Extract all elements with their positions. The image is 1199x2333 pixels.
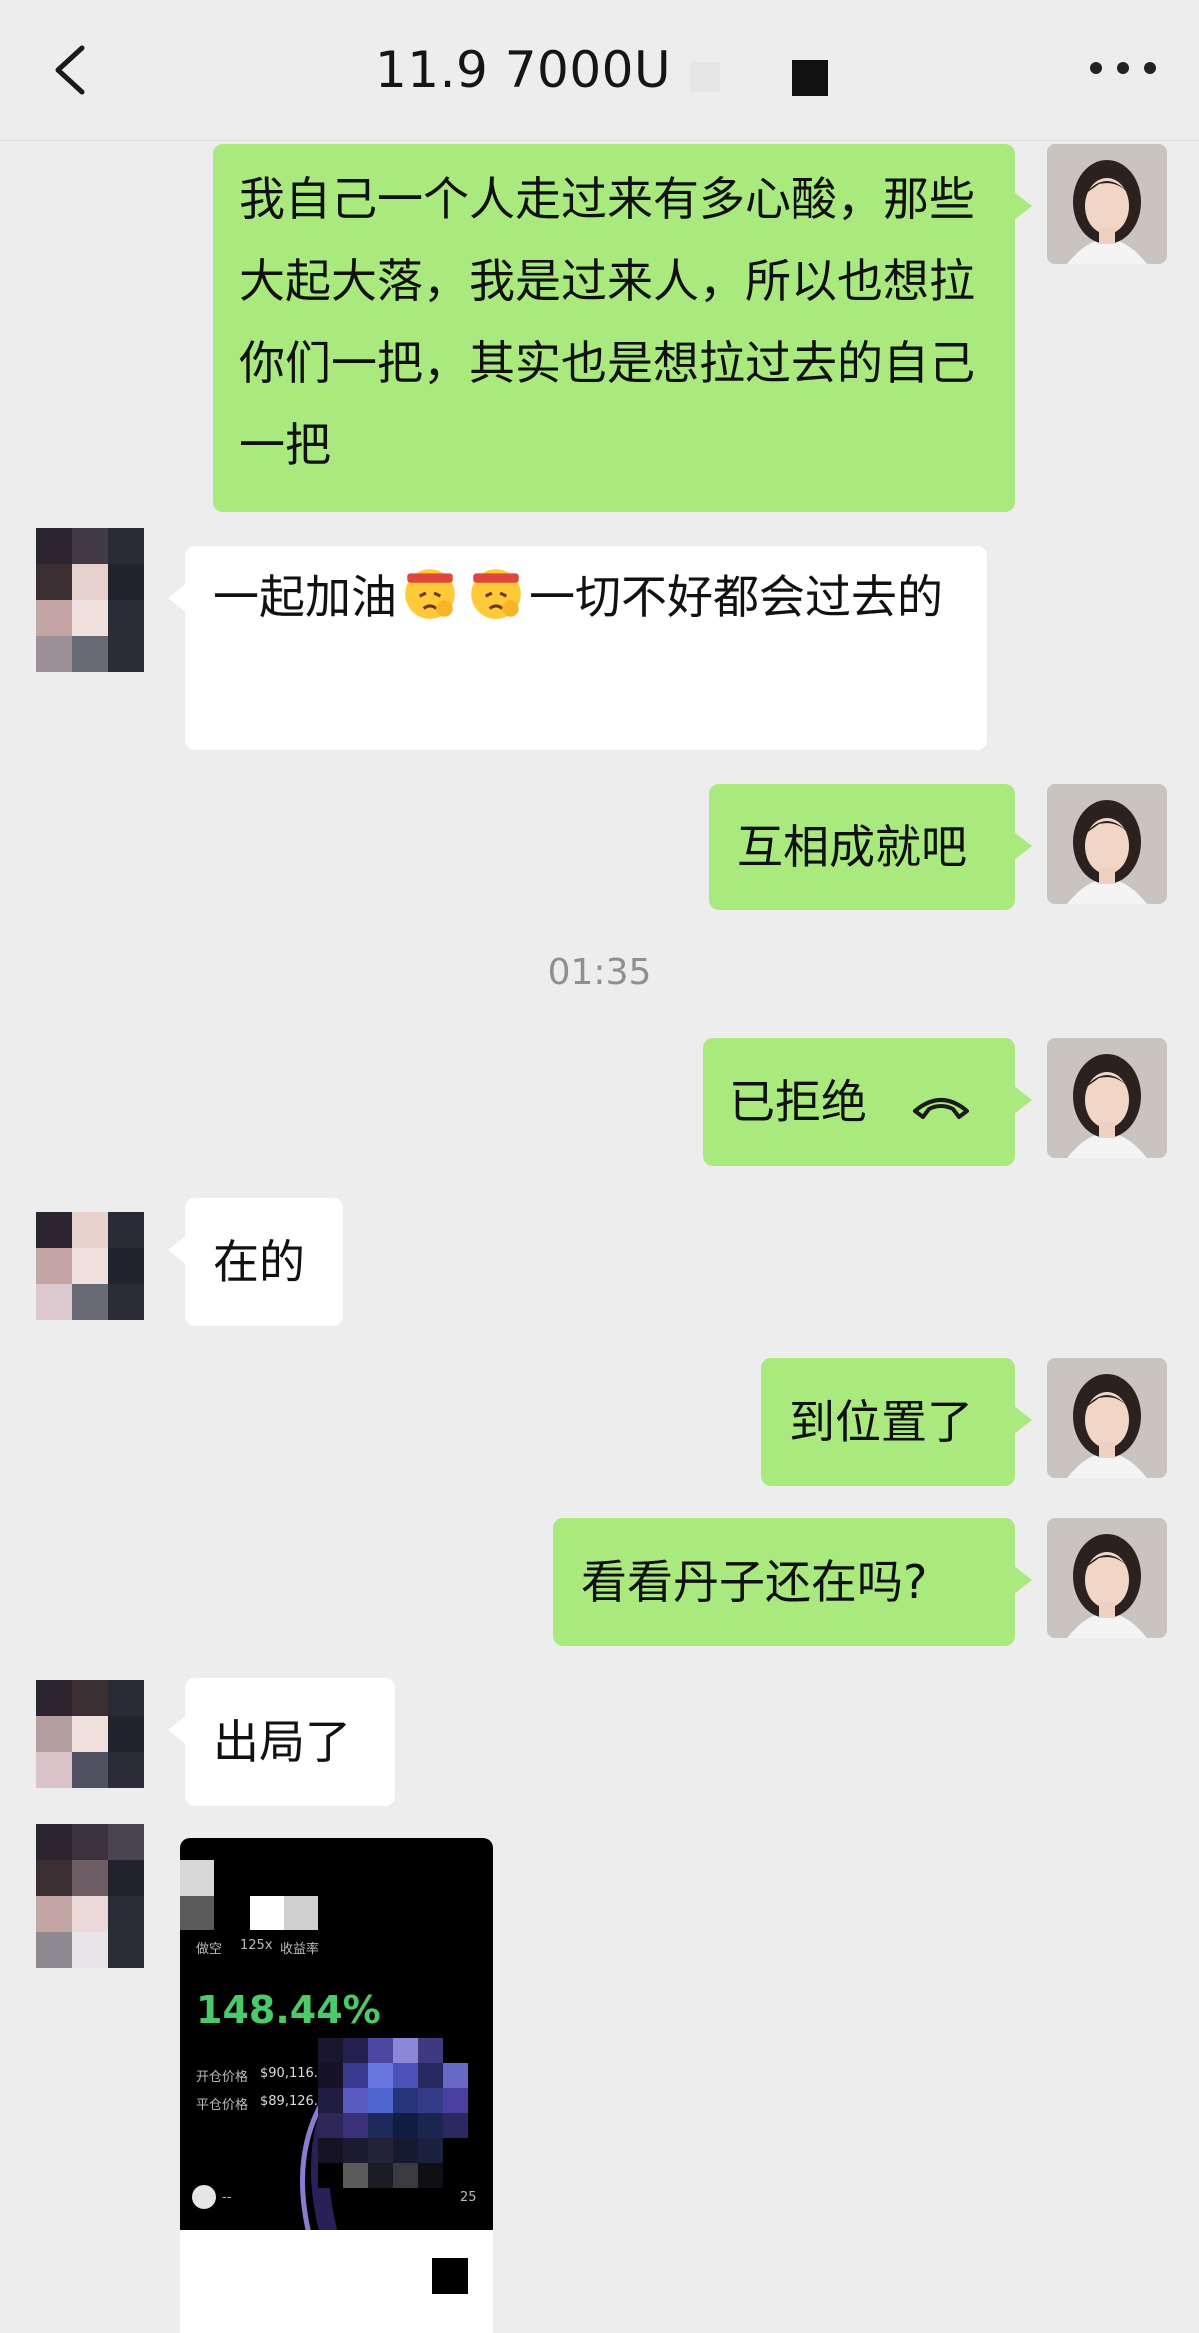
message-bubble-sent[interactable]: 到位置了 — [761, 1358, 1032, 1486]
shared-image[interactable]: 做空 125x 收益率 148.44% 开仓价格 $90,116.2 平仓价格 … — [180, 1838, 493, 2333]
username-text: -- — [222, 2190, 232, 2205]
more-dots-icon[interactable] — [1090, 62, 1156, 76]
message-text: 看看丹子还在吗? — [581, 1555, 928, 1609]
return-percentage: 148.44% — [196, 1988, 381, 2032]
determined-face-emoji-icon — [405, 569, 455, 619]
message-bubble-received[interactable]: 出局了 — [168, 1678, 395, 1806]
contact-avatar[interactable] — [36, 1680, 144, 1788]
contact-avatar[interactable] — [36, 1824, 144, 1968]
chevron-left-icon[interactable] — [50, 44, 90, 96]
message-text: 出局了 — [213, 1715, 351, 1769]
redaction-mark — [690, 62, 720, 92]
my-avatar[interactable] — [1047, 1518, 1167, 1638]
chat-title: 11.9 7000U — [375, 41, 672, 99]
determined-face-emoji-icon — [471, 569, 521, 619]
message-bubble-sent[interactable]: 互相成就吧 — [709, 784, 1032, 910]
redaction-square — [432, 2258, 468, 2294]
my-avatar[interactable] — [1047, 784, 1167, 904]
my-avatar[interactable] — [1047, 144, 1167, 264]
position-side-label: 做空 — [196, 1942, 223, 1957]
return-rate-label: 收益率 — [280, 1942, 320, 1957]
chat-header: 11.9 7000U — [0, 0, 1199, 141]
redaction-square — [792, 60, 828, 96]
my-avatar[interactable] — [1047, 1358, 1167, 1478]
leverage-label: 125x — [240, 1938, 273, 1953]
pixelated-graphic — [318, 2038, 468, 2188]
message-text: 已拒绝 — [729, 1075, 867, 1129]
footer-number: 25 — [460, 2190, 477, 2205]
message-text: 在的 — [213, 1235, 305, 1289]
contact-avatar[interactable] — [36, 1212, 144, 1320]
message-bubble-received[interactable]: 一起加油 一切不好都会过去的 — [168, 546, 987, 750]
message-bubble-sent[interactable]: 我自己一个人走过来有多心酸，那些大起大落，我是过来人，所以也想拉你们一把，其实也… — [213, 144, 1032, 512]
declined-call-icon — [913, 1097, 969, 1119]
message-text: 一起加油 — [213, 570, 397, 624]
message-bubble-sent[interactable]: 看看丹子还在吗? — [553, 1518, 1032, 1646]
timestamp: 01:35 — [547, 952, 652, 993]
message-text: 我自己一个人走过来有多心酸，那些大起大落，我是过来人，所以也想拉你们一把，其实也… — [239, 172, 975, 472]
message-text: 互相成就吧 — [737, 820, 967, 874]
message-bubble-received[interactable]: 在的 — [168, 1198, 343, 1326]
user-avatar-circle — [192, 2185, 216, 2209]
my-avatar[interactable] — [1047, 1038, 1167, 1158]
message-text: 一切不好都会过去的 — [529, 570, 943, 624]
contact-avatar[interactable] — [36, 528, 144, 672]
message-text: 到位置了 — [789, 1395, 973, 1449]
declined-call-bubble[interactable]: 已拒绝 — [703, 1038, 1032, 1166]
